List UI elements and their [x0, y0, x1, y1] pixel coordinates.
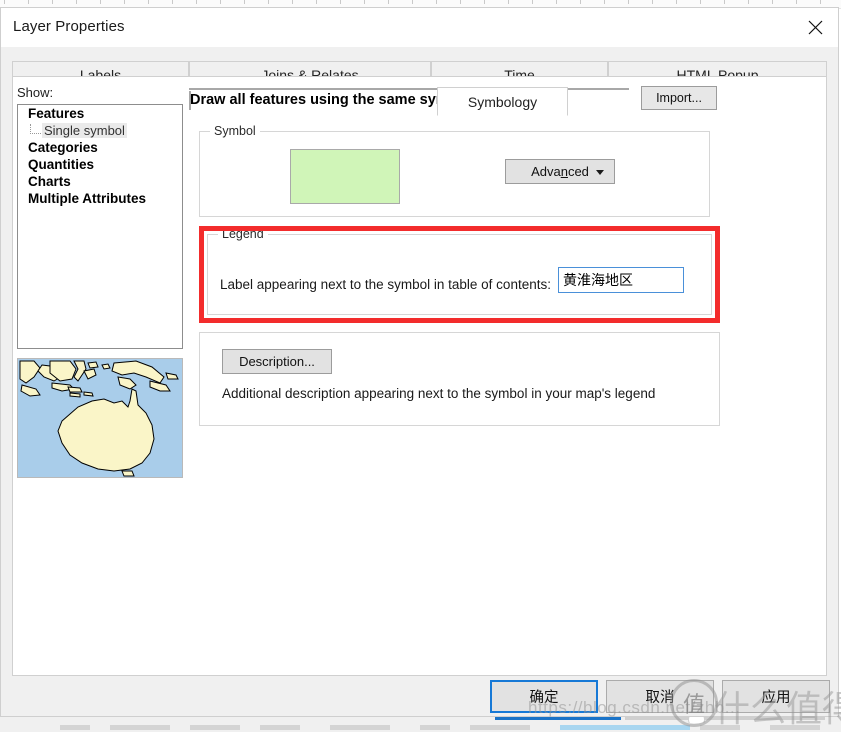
renderer-item-categories[interactable]: Categories [18, 139, 182, 156]
renderer-item-quantities[interactable]: Quantities [18, 156, 182, 173]
dialog-titlebar: Layer Properties [1, 8, 838, 48]
tab-symbology[interactable]: Symbology [437, 87, 568, 116]
renderer-item-multiple-attributes[interactable]: Multiple Attributes [18, 190, 182, 207]
tree-branch-icon [30, 124, 41, 134]
legend-group-caption: Legend [218, 227, 268, 241]
draw-heading: Draw all features using the same symbol. [190, 92, 475, 108]
symbology-right-pane: Draw all features using the same symbol.… [189, 85, 817, 465]
symbol-group-caption: Symbol [210, 124, 260, 138]
legend-label-input[interactable] [558, 267, 684, 293]
chevron-down-icon [596, 169, 604, 175]
close-icon[interactable] [792, 8, 838, 47]
symbol-groupbox: Symbol Advanced [199, 124, 710, 217]
renderer-item-label: Single symbol [42, 123, 127, 138]
renderer-item-single-symbol[interactable]: Single symbol [18, 122, 182, 139]
renderer-type-list[interactable]: Features Single symbol Categories Quantitie… [17, 104, 183, 349]
import-button[interactable]: Import... [641, 86, 717, 110]
layer-map-preview [17, 358, 183, 478]
advanced-button-label: Advanced [531, 164, 589, 179]
description-groupbox: Description... Additional description ap… [199, 332, 720, 426]
dialog-button-row: 确定 取消 应用 [1, 680, 838, 718]
renderer-item-features[interactable]: Features [18, 105, 182, 122]
page-title: Layer Properties [13, 18, 125, 35]
description-button[interactable]: Description... [222, 349, 332, 374]
apply-button[interactable]: 应用 [722, 680, 830, 713]
legend-groupbox: Legend Label appearing next to the symbo… [207, 227, 712, 315]
symbology-panel: Show: Features Single symbol Categories Qua… [12, 76, 827, 676]
layer-properties-dialog: Layer Properties Labels Joins & Relates Ti… [0, 7, 839, 717]
cancel-button[interactable]: 取消 [606, 680, 714, 713]
symbol-swatch-button[interactable] [290, 149, 400, 204]
ok-button[interactable]: 确定 [490, 680, 598, 713]
renderer-item-charts[interactable]: Charts [18, 173, 182, 190]
description-hint-text: Additional description appearing next to… [222, 386, 656, 401]
legend-label-text: Label appearing next to the symbol in ta… [220, 277, 551, 292]
show-label: Show: [17, 85, 54, 100]
advanced-button[interactable]: Advanced [505, 159, 615, 184]
